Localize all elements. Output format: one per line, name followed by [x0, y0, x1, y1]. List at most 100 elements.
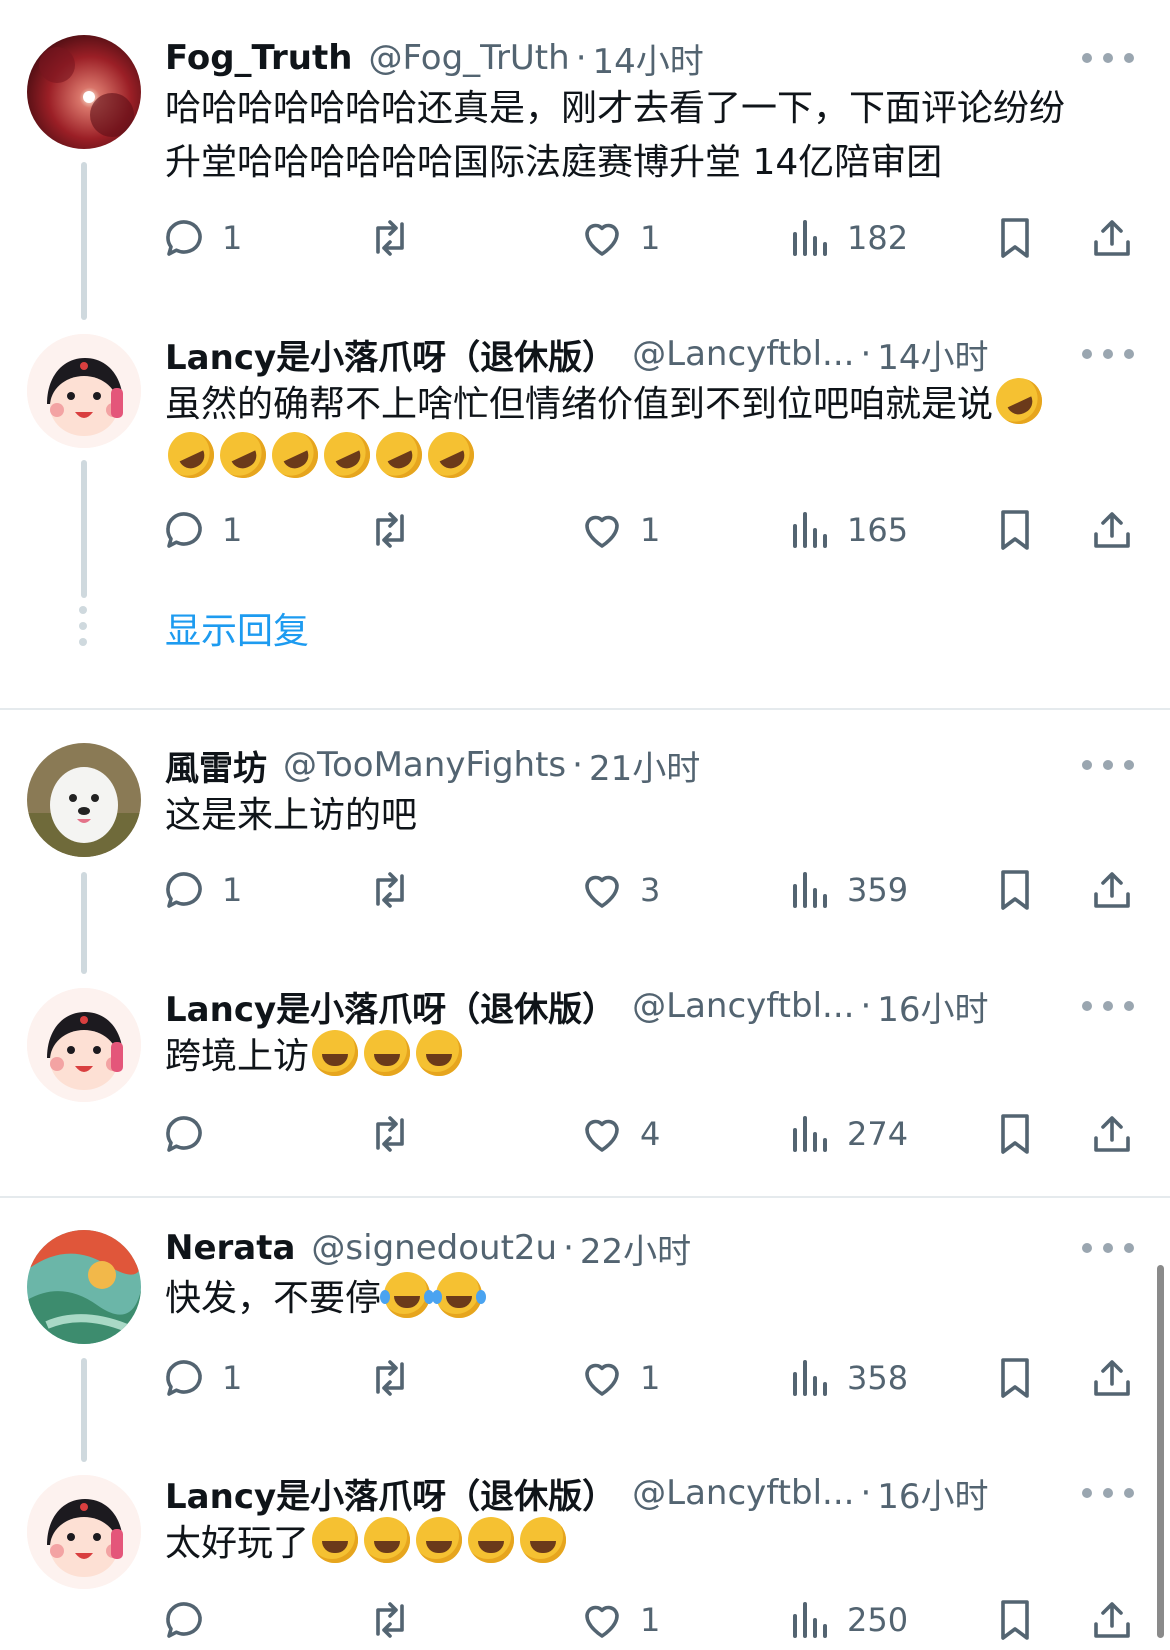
more-icon[interactable] [1082, 988, 1134, 1024]
share-button[interactable] [1088, 1590, 1136, 1650]
share-button[interactable] [1088, 208, 1136, 268]
share-button[interactable] [1088, 1104, 1136, 1164]
author-handle[interactable]: @Lancyftbl... [632, 1473, 854, 1513]
author-name[interactable]: Nerata [165, 1228, 295, 1268]
rofl-emoji-icon [368, 424, 430, 486]
retweet-icon [376, 220, 404, 256]
reply-button[interactable] [160, 1104, 222, 1164]
author-handle[interactable]: @Fog_TrUth [368, 38, 569, 78]
more-icon[interactable] [1082, 1475, 1134, 1511]
timestamp[interactable]: 22小时 [580, 1224, 691, 1273]
bookmark-icon [1001, 1600, 1029, 1640]
show-replies-link[interactable]: 显示回复 [165, 602, 309, 654]
reply-icon [166, 872, 202, 908]
views-button[interactable]: 359 [785, 860, 908, 920]
timestamp[interactable]: 14小时 [593, 34, 704, 83]
bookmark-button[interactable] [991, 1104, 1039, 1164]
share-button[interactable] [1088, 500, 1136, 560]
author-name[interactable]: Lancy是小落爪呀（退休版） [165, 982, 616, 1031]
author-handle[interactable]: @signedout2u [311, 1228, 557, 1268]
like-button[interactable]: 3 [578, 860, 660, 920]
reply-header: 風雷坊 @TooManyFights · 21小时 [165, 737, 1170, 793]
avatar[interactable] [27, 743, 141, 857]
views-button[interactable]: 274 [785, 1104, 908, 1164]
action-bar: 4 274 [160, 1104, 1170, 1164]
views-button[interactable]: 250 [785, 1590, 908, 1650]
views-button[interactable]: 182 [785, 208, 908, 268]
reply-button[interactable]: 1 [160, 860, 242, 920]
reply-icon [166, 512, 202, 548]
reply-button[interactable]: 1 [160, 500, 242, 560]
bookmark-button[interactable] [991, 1590, 1039, 1650]
retweet-button[interactable] [366, 500, 414, 560]
bookmark-button[interactable] [991, 208, 1039, 268]
timestamp[interactable]: 21小时 [589, 741, 700, 790]
like-button[interactable]: 1 [578, 1348, 660, 1408]
retweet-button[interactable] [366, 208, 414, 268]
share-icon [1094, 220, 1130, 256]
thread-line [81, 872, 87, 974]
rofl-emoji-icon [212, 424, 274, 486]
like-button[interactable]: 1 [578, 208, 660, 268]
reply-text: 虽然的确帮不上啥忙但情绪价值到不到位吧咱就是说 [160, 370, 1150, 486]
like-button[interactable]: 1 [578, 1590, 660, 1650]
avatar[interactable] [27, 35, 141, 149]
heart-icon [585, 223, 619, 256]
timestamp[interactable]: 14小时 [877, 330, 988, 379]
author-handle[interactable]: @Lancyftbl... [632, 986, 854, 1026]
avatar[interactable] [27, 334, 141, 448]
retweet-button[interactable] [366, 1104, 414, 1164]
rofl-emoji-icon [264, 424, 326, 486]
more-icon[interactable] [1082, 40, 1134, 76]
share-icon [1094, 1116, 1130, 1152]
more-icon[interactable] [1082, 1230, 1134, 1266]
retweet-button[interactable] [366, 1590, 414, 1650]
scrollbar[interactable] [1157, 1265, 1164, 1638]
bookmark-icon [1001, 218, 1029, 258]
heart-icon [585, 515, 619, 548]
timestamp[interactable]: 16小时 [877, 982, 988, 1031]
avatar[interactable] [27, 1230, 141, 1344]
bookmark-button[interactable] [991, 500, 1039, 560]
rofl-emoji-icon [316, 424, 378, 486]
views-icon [793, 512, 827, 548]
bookmark-icon [1001, 870, 1029, 910]
more-icon[interactable] [1082, 747, 1134, 783]
reply-button[interactable] [160, 1590, 222, 1650]
avatar[interactable] [27, 988, 141, 1102]
action-bar: 1 250 [160, 1590, 1170, 1650]
author-name[interactable]: Lancy是小落爪呀（退休版） [165, 330, 616, 379]
share-button[interactable] [1088, 860, 1136, 920]
author-name[interactable]: Fog_Truth [165, 38, 352, 78]
views-icon [793, 1360, 827, 1396]
retweet-icon [376, 872, 404, 908]
views-button[interactable]: 358 [785, 1348, 908, 1408]
avatar[interactable] [27, 1475, 141, 1589]
like-button[interactable]: 4 [578, 1104, 660, 1164]
bookmark-button[interactable] [991, 1348, 1039, 1408]
action-bar: 1 3 359 [160, 860, 1170, 920]
author-name[interactable]: Lancy是小落爪呀（退休版） [165, 1469, 616, 1518]
views-icon [793, 1116, 827, 1152]
reply-button[interactable]: 1 [160, 208, 242, 268]
retweet-button[interactable] [366, 1348, 414, 1408]
more-icon[interactable] [1082, 336, 1134, 372]
author-name[interactable]: 風雷坊 [165, 741, 267, 790]
reply-header: Nerata @signedout2u · 22小时 [165, 1220, 1170, 1276]
retweet-icon [376, 512, 404, 548]
bookmark-icon [1001, 510, 1029, 550]
like-button[interactable]: 1 [578, 500, 660, 560]
reply-header: Lancy是小落爪呀（退休版） @Lancyftbl... · 16小时 [165, 1465, 1170, 1521]
thread-line [81, 162, 87, 320]
author-handle[interactable]: @TooManyFights [283, 745, 566, 785]
reply-header: Lancy是小落爪呀（退休版） @Lancyftbl... · 14小时 [165, 326, 1170, 382]
timestamp[interactable]: 16小时 [877, 1469, 988, 1518]
views-button[interactable]: 165 [785, 500, 908, 560]
retweet-button[interactable] [366, 860, 414, 920]
share-button[interactable] [1088, 1348, 1136, 1408]
reply-button[interactable]: 1 [160, 1348, 242, 1408]
reply-icon [166, 1116, 202, 1152]
views-icon [793, 872, 827, 908]
author-handle[interactable]: @Lancyftbl... [632, 334, 854, 374]
bookmark-button[interactable] [991, 860, 1039, 920]
